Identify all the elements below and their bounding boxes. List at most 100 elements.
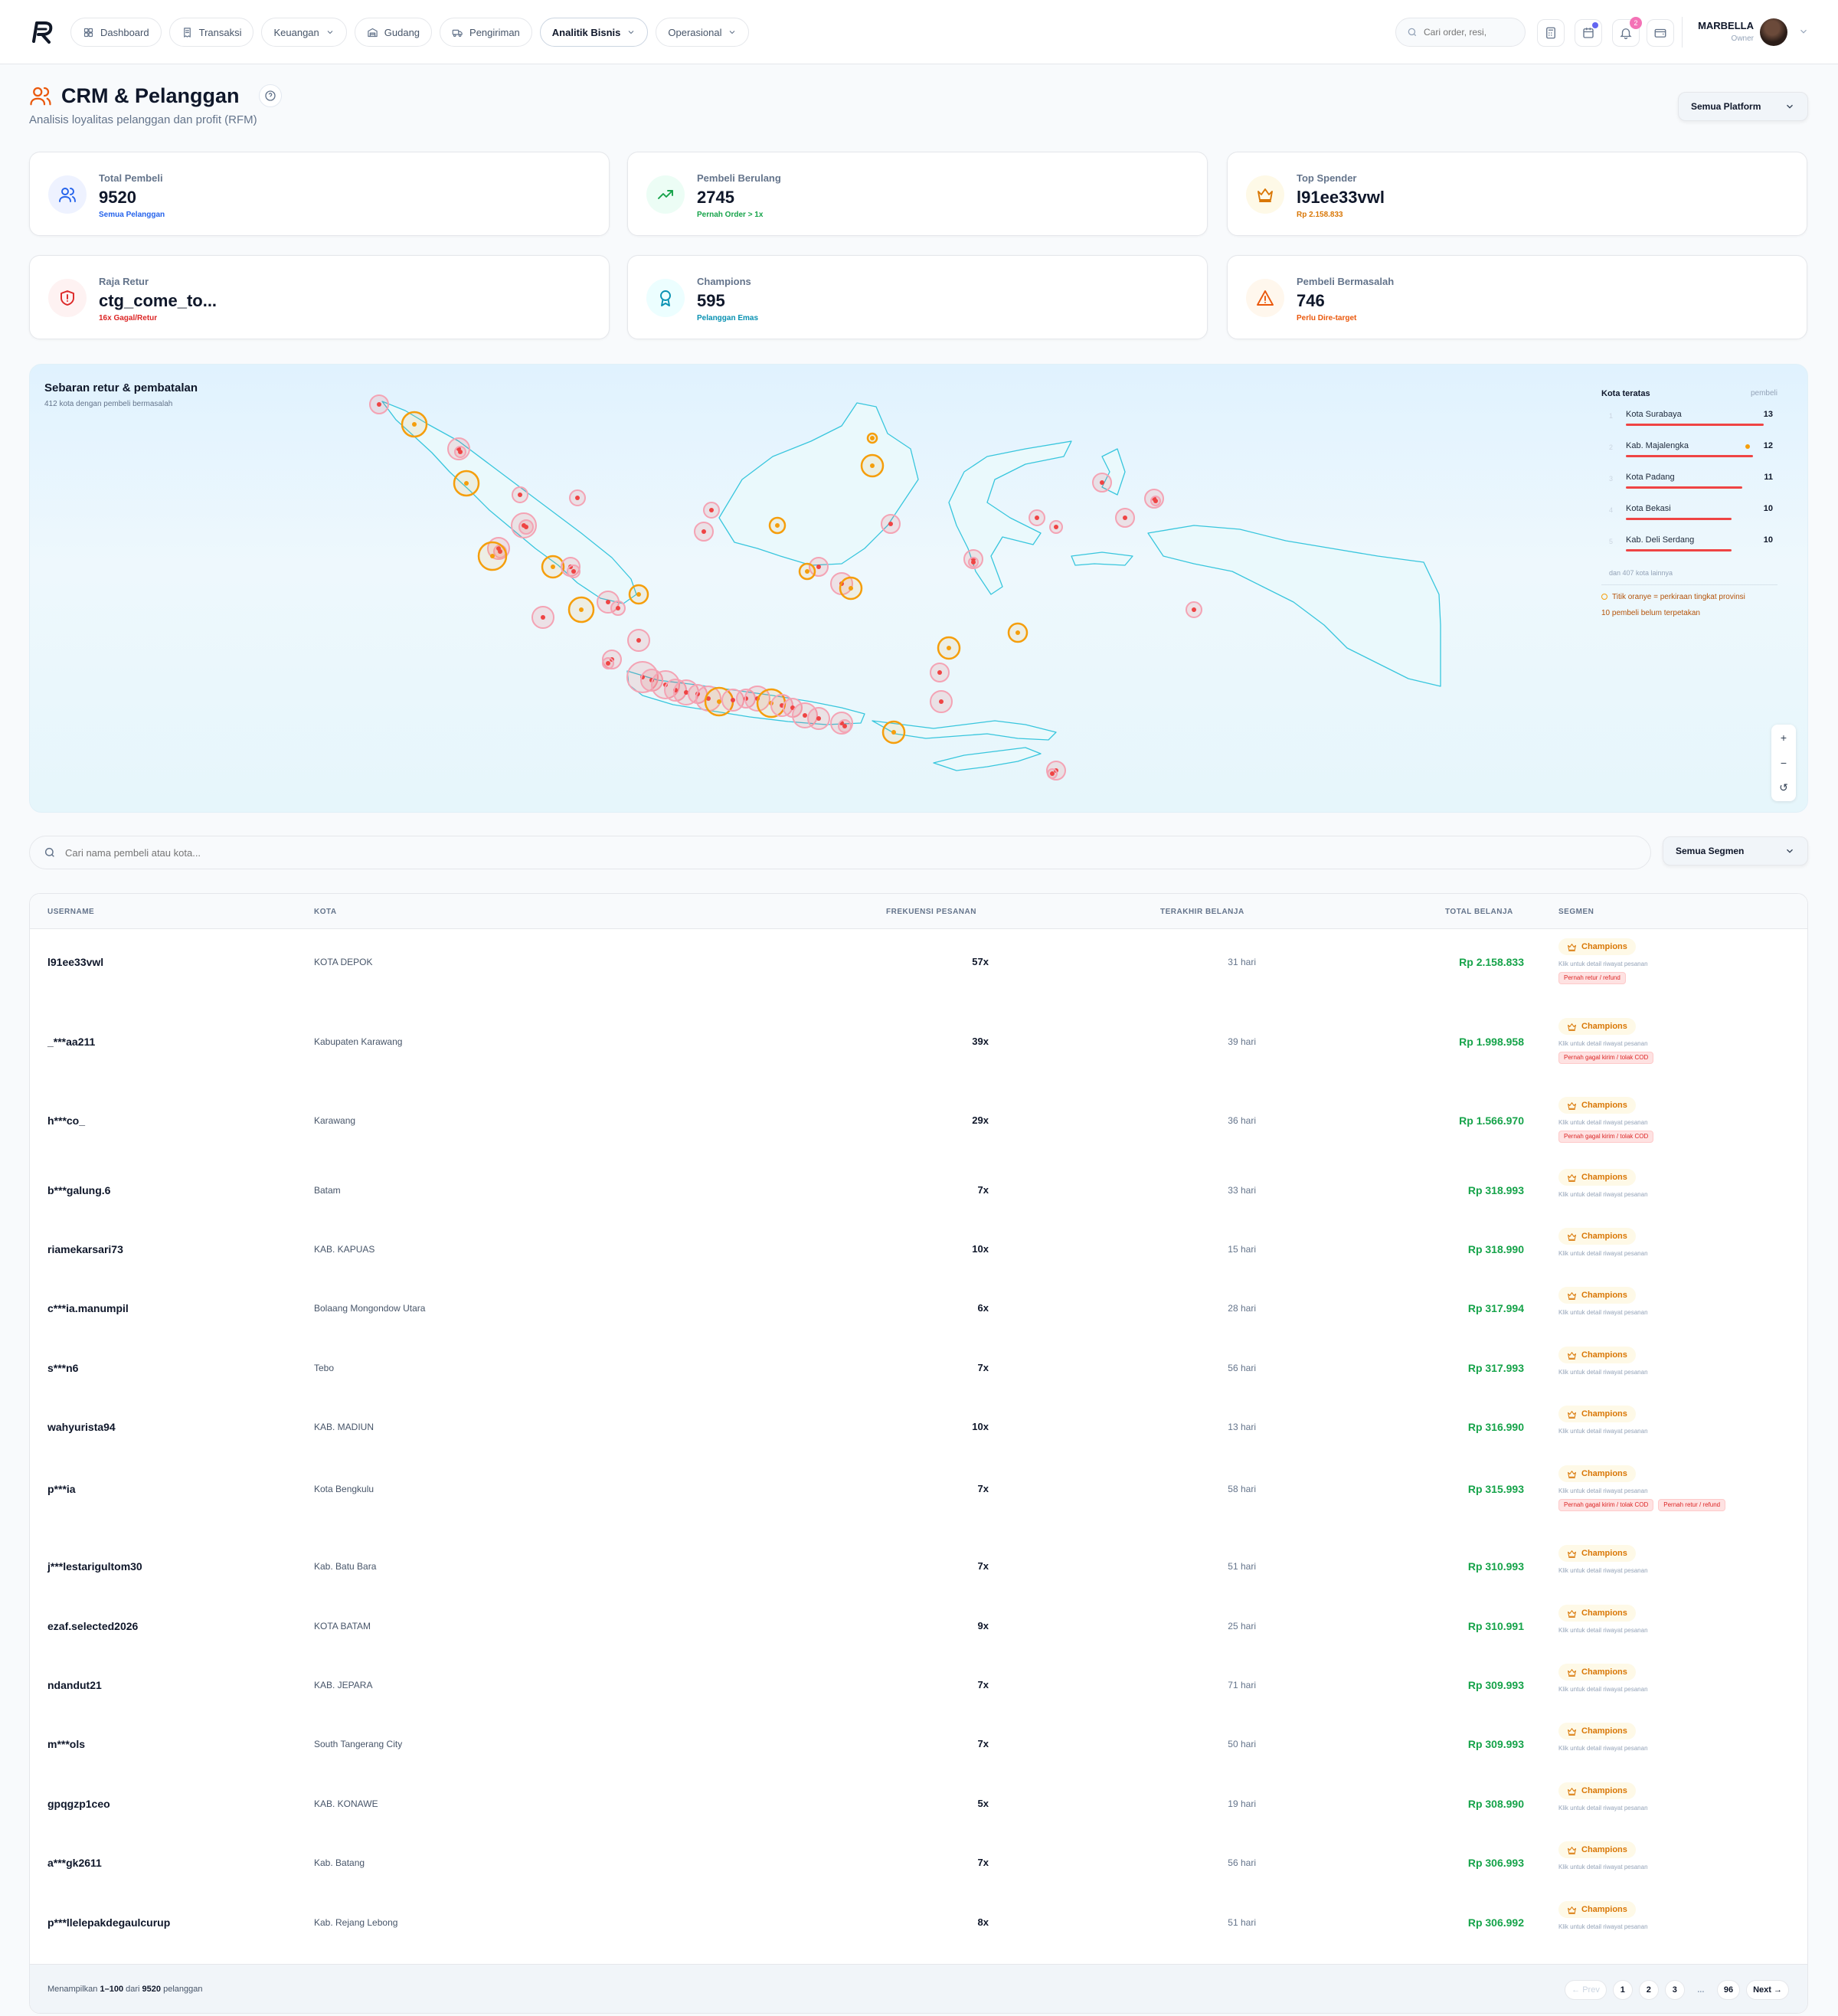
map-marker-dot-0[interactable] — [377, 402, 381, 407]
map-marker-dot-38[interactable] — [816, 716, 821, 721]
cell-username[interactable]: ndandut21 — [47, 1679, 102, 1691]
map-marker-dot-1[interactable] — [412, 422, 417, 427]
cell-segment[interactable]: Champions Klik untuk detail riwayat pesa… — [1558, 938, 1648, 984]
segment-select[interactable]: Semua Segmen — [1663, 836, 1808, 866]
table-row[interactable]: p***ia Kota Bengkulu 7x 58 hari Rp 315.9… — [30, 1465, 1807, 1534]
legend-city-row[interactable]: 2 Kab. Majalengka 12 — [1601, 430, 1777, 461]
cell-username[interactable]: b***galung.6 — [47, 1184, 110, 1196]
table-row[interactable]: _***aa211 Kabupaten Karawang 39x 39 hari… — [30, 1018, 1807, 1087]
map-marker-dot-61[interactable] — [775, 523, 780, 528]
global-search[interactable] — [1395, 18, 1526, 47]
map-marker-dot-58[interactable] — [849, 586, 853, 591]
map-marker-dot-44[interactable] — [937, 670, 942, 675]
page-button[interactable]: 96 — [1716, 1980, 1741, 2000]
cell-segment[interactable]: Champions Klik untuk detail riwayat pesa… — [1558, 1545, 1648, 1574]
stat-card-pembeli-berulang[interactable]: Pembeli Berulang 2745 Pernah Order > 1x — [627, 152, 1208, 236]
cell-username[interactable]: s***n6 — [47, 1362, 78, 1374]
nav-item-pengiriman[interactable]: Pengiriman — [440, 18, 532, 47]
map-marker-dot-55[interactable] — [870, 463, 875, 468]
map-marker-dot-48[interactable] — [1035, 515, 1039, 520]
chevron-down-icon[interactable] — [1798, 26, 1809, 37]
col-segment[interactable]: SEGMEN — [1558, 908, 1594, 916]
zoom-out-button[interactable]: − — [1771, 750, 1796, 775]
map-marker-dot-64[interactable] — [870, 436, 875, 440]
map-marker-dot-22[interactable] — [606, 661, 610, 666]
next-page-button[interactable]: Next → — [1746, 1980, 1789, 2000]
legend-city-row[interactable]: 4 Kota Bekasi 10 — [1601, 493, 1777, 524]
col-city[interactable]: KOTA — [314, 908, 337, 916]
map-marker-dot-13[interactable] — [571, 569, 576, 574]
customer-search-input[interactable] — [65, 846, 1520, 859]
table-row[interactable]: h***co_ Karawang 29x 36 hari Rp 1.566.97… — [30, 1097, 1807, 1166]
map-marker-dot-16[interactable] — [579, 607, 584, 612]
col-frequency[interactable]: FREKUENSI PESANAN — [886, 908, 976, 916]
calculator-button[interactable] — [1537, 19, 1565, 47]
map-marker-dot-19[interactable] — [636, 592, 641, 597]
segment-badge[interactable]: Champions — [1558, 1841, 1636, 1858]
customer-search[interactable] — [29, 836, 1651, 869]
user-menu[interactable]: MARBELLA Owner — [1682, 17, 1754, 47]
map-marker-dot-42[interactable] — [939, 699, 944, 704]
cell-username[interactable]: m***ols — [47, 1738, 85, 1750]
segment-badge[interactable]: Champions — [1558, 1664, 1636, 1681]
map-marker-dot-66[interactable] — [1153, 499, 1158, 503]
cell-username[interactable]: wahyurista94 — [47, 1421, 116, 1433]
table-row[interactable]: p***llelepakdegaulcurup Kab. Rejang Lebo… — [30, 1901, 1807, 1970]
segment-badge[interactable]: Champions — [1558, 938, 1636, 955]
cell-username[interactable]: _***aa211 — [47, 1036, 95, 1048]
stat-card-total-pembeli[interactable]: Total Pembeli 9520 Semua Pelanggan — [29, 152, 610, 236]
wallet-button[interactable] — [1647, 19, 1674, 47]
col-username[interactable]: USERNAME — [47, 908, 94, 916]
nav-item-dashboard[interactable]: Dashboard — [70, 18, 162, 47]
legend-city-row[interactable]: 3 Kota Padang 11 — [1601, 461, 1777, 493]
help-button[interactable] — [259, 84, 282, 107]
map-marker-dot-51[interactable] — [1123, 515, 1127, 520]
segment-badge[interactable]: Champions — [1558, 1465, 1636, 1482]
map-marker-dot-5[interactable] — [518, 493, 522, 497]
map-marker-dot-62[interactable] — [709, 508, 714, 512]
map-marker-dot-40[interactable] — [842, 724, 847, 728]
legend-city-row[interactable]: 5 Kab. Deli Serdang 10 — [1601, 524, 1777, 555]
map-marker-dot-11[interactable] — [551, 565, 555, 569]
page-button[interactable]: 1 — [1612, 1980, 1633, 2000]
cell-segment[interactable]: Champions Klik untuk detail riwayat pesa… — [1558, 1097, 1654, 1143]
segment-badge[interactable]: Champions — [1558, 1782, 1636, 1799]
cell-username[interactable]: l91ee33vwl — [47, 956, 103, 968]
map-marker-dot-43[interactable] — [947, 646, 951, 650]
map-marker-dot-41[interactable] — [891, 730, 896, 735]
cell-username[interactable]: h***co_ — [47, 1114, 85, 1127]
segment-badge[interactable]: Champions — [1558, 1605, 1636, 1622]
cell-username[interactable]: p***llelepakdegaulcurup — [47, 1916, 170, 1929]
map-marker-dot-15[interactable] — [541, 615, 545, 620]
cell-segment[interactable]: Champions Klik untuk detail riwayat pesa… — [1558, 1287, 1648, 1316]
cell-username[interactable]: a***gk2611 — [47, 1857, 102, 1869]
reset-view-button[interactable]: ↺ — [1771, 775, 1796, 800]
map-marker-dot-50[interactable] — [1100, 480, 1104, 485]
cell-segment[interactable]: Champions Klik untuk detail riwayat pesa… — [1558, 1782, 1648, 1811]
nav-item-analitik-bisnis[interactable]: Analitik Bisnis — [539, 18, 649, 47]
nav-item-gudang[interactable]: Gudang — [354, 18, 433, 47]
map-marker-dot-31[interactable] — [731, 698, 735, 702]
cell-segment[interactable]: Champions Klik untuk detail riwayat pesa… — [1558, 1347, 1648, 1376]
stat-card-raja-retur[interactable]: Raja Retur ctg_come_to... 16x Gagal/Retu… — [29, 255, 610, 339]
cell-segment[interactable]: Champions Klik untuk detail riwayat pesa… — [1558, 1406, 1648, 1435]
calendar-button[interactable] — [1575, 19, 1602, 47]
cell-segment[interactable]: Champions Klik untuk detail riwayat pesa… — [1558, 1605, 1648, 1634]
col-last-purchase[interactable]: TERAKHIR BELANJA — [1160, 908, 1244, 916]
map-marker-dot-46[interactable] — [971, 560, 976, 565]
map-marker-dot-18[interactable] — [616, 606, 620, 610]
map-marker-dot-20[interactable] — [636, 638, 641, 643]
map-marker-dot-3[interactable] — [458, 450, 463, 454]
cell-segment[interactable]: Champions Klik untuk detail riwayat pesa… — [1558, 1228, 1648, 1257]
segment-badge[interactable]: Champions — [1558, 1287, 1636, 1304]
table-row[interactable]: l91ee33vwl KOTA DEPOK 57x 31 hari Rp 2.1… — [30, 938, 1807, 1007]
cell-segment[interactable]: Champions Klik untuk detail riwayat pesa… — [1558, 1841, 1648, 1870]
nav-item-transaksi[interactable]: Transaksi — [168, 18, 254, 47]
map-marker-dot-59[interactable] — [816, 565, 821, 569]
segment-badge[interactable]: Champions — [1558, 1901, 1636, 1918]
map-marker-dot-54[interactable] — [1050, 771, 1055, 776]
cell-username[interactable]: j***lestarigultom30 — [47, 1560, 142, 1573]
map-marker-dot-7[interactable] — [524, 525, 528, 529]
page-button[interactable]: 2 — [1638, 1980, 1659, 2000]
cell-segment[interactable]: Champions Klik untuk detail riwayat pesa… — [1558, 1664, 1648, 1693]
